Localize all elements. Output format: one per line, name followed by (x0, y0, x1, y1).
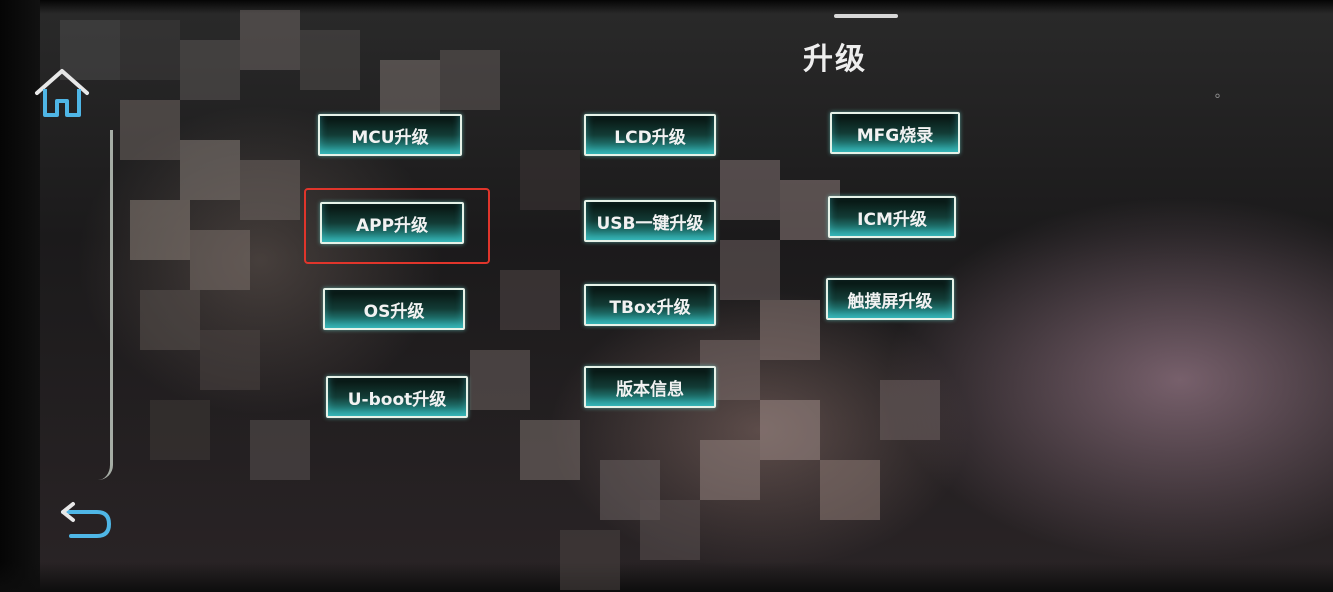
usb-oneclick-upgrade-button[interactable]: USB一键升级 (584, 200, 716, 242)
mfg-flash-button[interactable]: MFG烧录 (830, 112, 960, 154)
decorative-mark: ° (1214, 92, 1221, 108)
version-info-button[interactable]: 版本信息 (584, 366, 716, 408)
screen-photo: 升级 ° MCU升级 APP升级 OS升级 U-boot升级 LCD升级 USB… (0, 0, 1333, 592)
touchscreen-upgrade-button[interactable]: 触摸屏升级 (826, 278, 954, 320)
os-upgrade-button[interactable]: OS升级 (323, 288, 465, 330)
screen-bezel-top (0, 0, 1333, 14)
back-arrow-icon (61, 502, 112, 538)
icm-upgrade-button[interactable]: ICM升级 (828, 196, 956, 238)
title-handle (834, 14, 898, 18)
app-upgrade-highlight (304, 188, 490, 264)
screen-bezel-bottom (0, 562, 1333, 592)
home-button[interactable] (30, 62, 94, 124)
back-button[interactable] (54, 498, 116, 544)
side-rail-divider (98, 130, 113, 480)
mcu-upgrade-button[interactable]: MCU升级 (318, 114, 462, 156)
page-title: 升级 (803, 42, 867, 77)
lcd-upgrade-button[interactable]: LCD升级 (584, 114, 716, 156)
tbox-upgrade-button[interactable]: TBox升级 (584, 284, 716, 326)
uboot-upgrade-button[interactable]: U-boot升级 (326, 376, 468, 418)
home-icon (35, 69, 89, 117)
